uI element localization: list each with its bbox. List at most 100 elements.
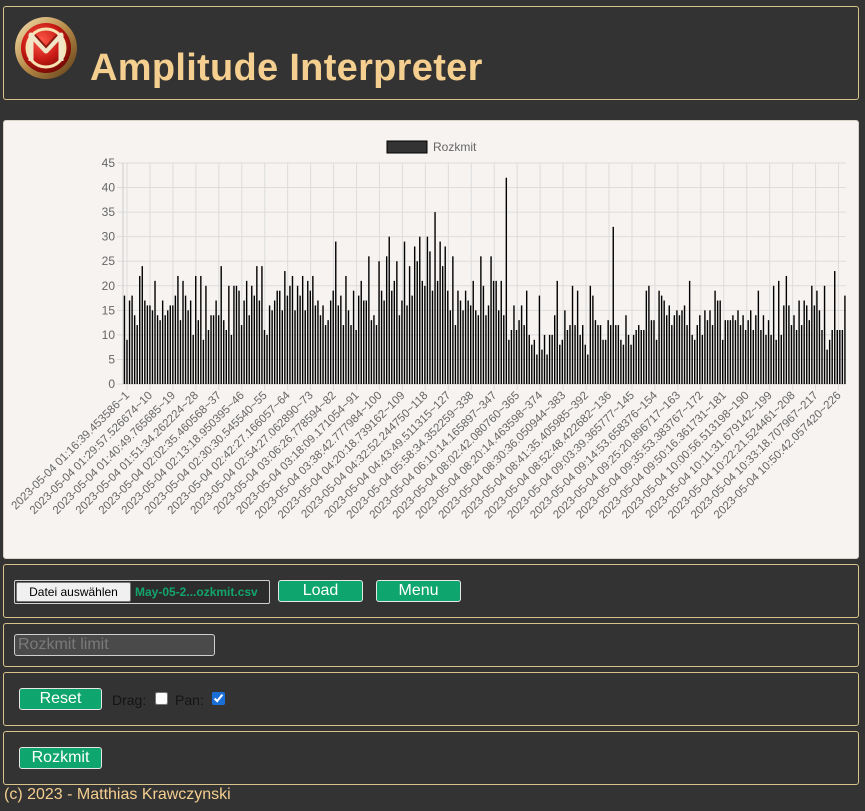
bar[interactable] [767, 320, 770, 384]
bar[interactable] [161, 300, 164, 384]
bar[interactable] [678, 315, 681, 384]
bar[interactable] [648, 285, 650, 384]
bar[interactable] [136, 325, 138, 384]
bar[interactable] [383, 300, 385, 384]
bar[interactable] [622, 344, 625, 384]
bar[interactable] [778, 280, 780, 384]
bar[interactable] [546, 354, 548, 384]
bar[interactable] [574, 325, 576, 384]
bar[interactable] [553, 315, 556, 384]
bar[interactable] [276, 290, 278, 384]
bar[interactable] [251, 285, 253, 384]
bar[interactable] [179, 320, 182, 384]
bar[interactable] [813, 305, 816, 384]
bar[interactable] [258, 300, 261, 384]
bar[interactable] [375, 325, 378, 384]
bar[interactable] [755, 315, 757, 384]
bar[interactable] [393, 280, 396, 384]
bar[interactable] [645, 290, 648, 384]
bar[interactable] [775, 339, 777, 384]
bar[interactable] [144, 300, 146, 384]
bar[interactable] [709, 310, 711, 384]
bar[interactable] [182, 280, 184, 384]
bar[interactable] [666, 315, 668, 384]
bar[interactable] [215, 300, 217, 384]
bar[interactable] [365, 300, 368, 384]
bar[interactable] [640, 329, 642, 384]
bar[interactable] [457, 290, 459, 384]
pan-checkbox[interactable] [212, 692, 225, 705]
drag-checkbox[interactable] [155, 692, 168, 705]
bar[interactable] [210, 315, 212, 384]
bar[interactable] [452, 256, 454, 384]
file-input[interactable]: Datei auswählen May-05-2...ozkmit.csv [14, 580, 270, 604]
bar[interactable] [739, 325, 742, 384]
bar[interactable] [174, 295, 177, 384]
bar[interactable] [650, 320, 653, 384]
bar[interactable] [309, 290, 312, 384]
bar[interactable] [408, 266, 411, 384]
bar[interactable] [602, 339, 604, 384]
bar[interactable] [831, 329, 833, 384]
bar[interactable] [569, 325, 571, 384]
bar[interactable] [701, 334, 704, 384]
bar[interactable] [518, 320, 520, 384]
bar[interactable] [467, 300, 469, 384]
bar[interactable] [352, 290, 355, 384]
bar[interactable] [233, 285, 235, 384]
bar[interactable] [256, 266, 258, 384]
bar[interactable] [396, 261, 398, 384]
bar[interactable] [337, 305, 340, 384]
bar[interactable] [126, 339, 128, 384]
bar[interactable] [357, 295, 360, 384]
bar[interactable] [335, 241, 337, 384]
bar[interactable] [426, 236, 429, 384]
bar[interactable] [279, 290, 281, 384]
rozkmit-limit-input[interactable] [14, 634, 215, 656]
bar[interactable] [230, 334, 233, 384]
bar[interactable] [737, 310, 739, 384]
bar[interactable] [747, 320, 749, 384]
bar[interactable] [482, 285, 485, 384]
bar[interactable] [421, 280, 424, 384]
bar[interactable] [798, 300, 800, 384]
reset-button[interactable]: Reset [19, 688, 102, 710]
bar[interactable] [658, 290, 660, 384]
bar[interactable] [472, 280, 474, 384]
bar[interactable] [487, 305, 490, 384]
bar[interactable] [612, 226, 614, 384]
bar[interactable] [564, 310, 566, 384]
bar[interactable] [261, 266, 263, 384]
bar[interactable] [284, 271, 286, 384]
bar[interactable] [536, 354, 538, 384]
bar[interactable] [531, 344, 533, 384]
bar[interactable] [195, 275, 197, 384]
bar[interactable] [289, 285, 291, 384]
bar[interactable] [691, 334, 693, 384]
bar[interactable] [785, 275, 788, 384]
bar[interactable] [668, 305, 670, 384]
bar[interactable] [205, 285, 207, 384]
bar[interactable] [734, 320, 737, 384]
bar[interactable] [497, 310, 500, 384]
bar[interactable] [762, 315, 765, 384]
bar[interactable] [141, 266, 143, 384]
bar[interactable] [816, 290, 818, 384]
bar[interactable] [469, 305, 472, 384]
bar[interactable] [459, 300, 462, 384]
bar[interactable] [398, 315, 401, 384]
bar[interactable] [355, 329, 357, 384]
bar[interactable] [441, 266, 444, 384]
bar[interactable] [286, 295, 289, 384]
bar[interactable] [149, 305, 151, 384]
bar[interactable] [217, 315, 220, 384]
legend-swatch[interactable] [386, 140, 428, 154]
bar[interactable] [576, 290, 579, 384]
bar[interactable] [604, 339, 607, 384]
bar[interactable] [818, 310, 821, 384]
bar[interactable] [273, 300, 276, 384]
bar[interactable] [834, 271, 836, 384]
bar[interactable] [350, 325, 352, 384]
bar[interactable] [164, 315, 166, 384]
bar[interactable] [630, 344, 632, 384]
